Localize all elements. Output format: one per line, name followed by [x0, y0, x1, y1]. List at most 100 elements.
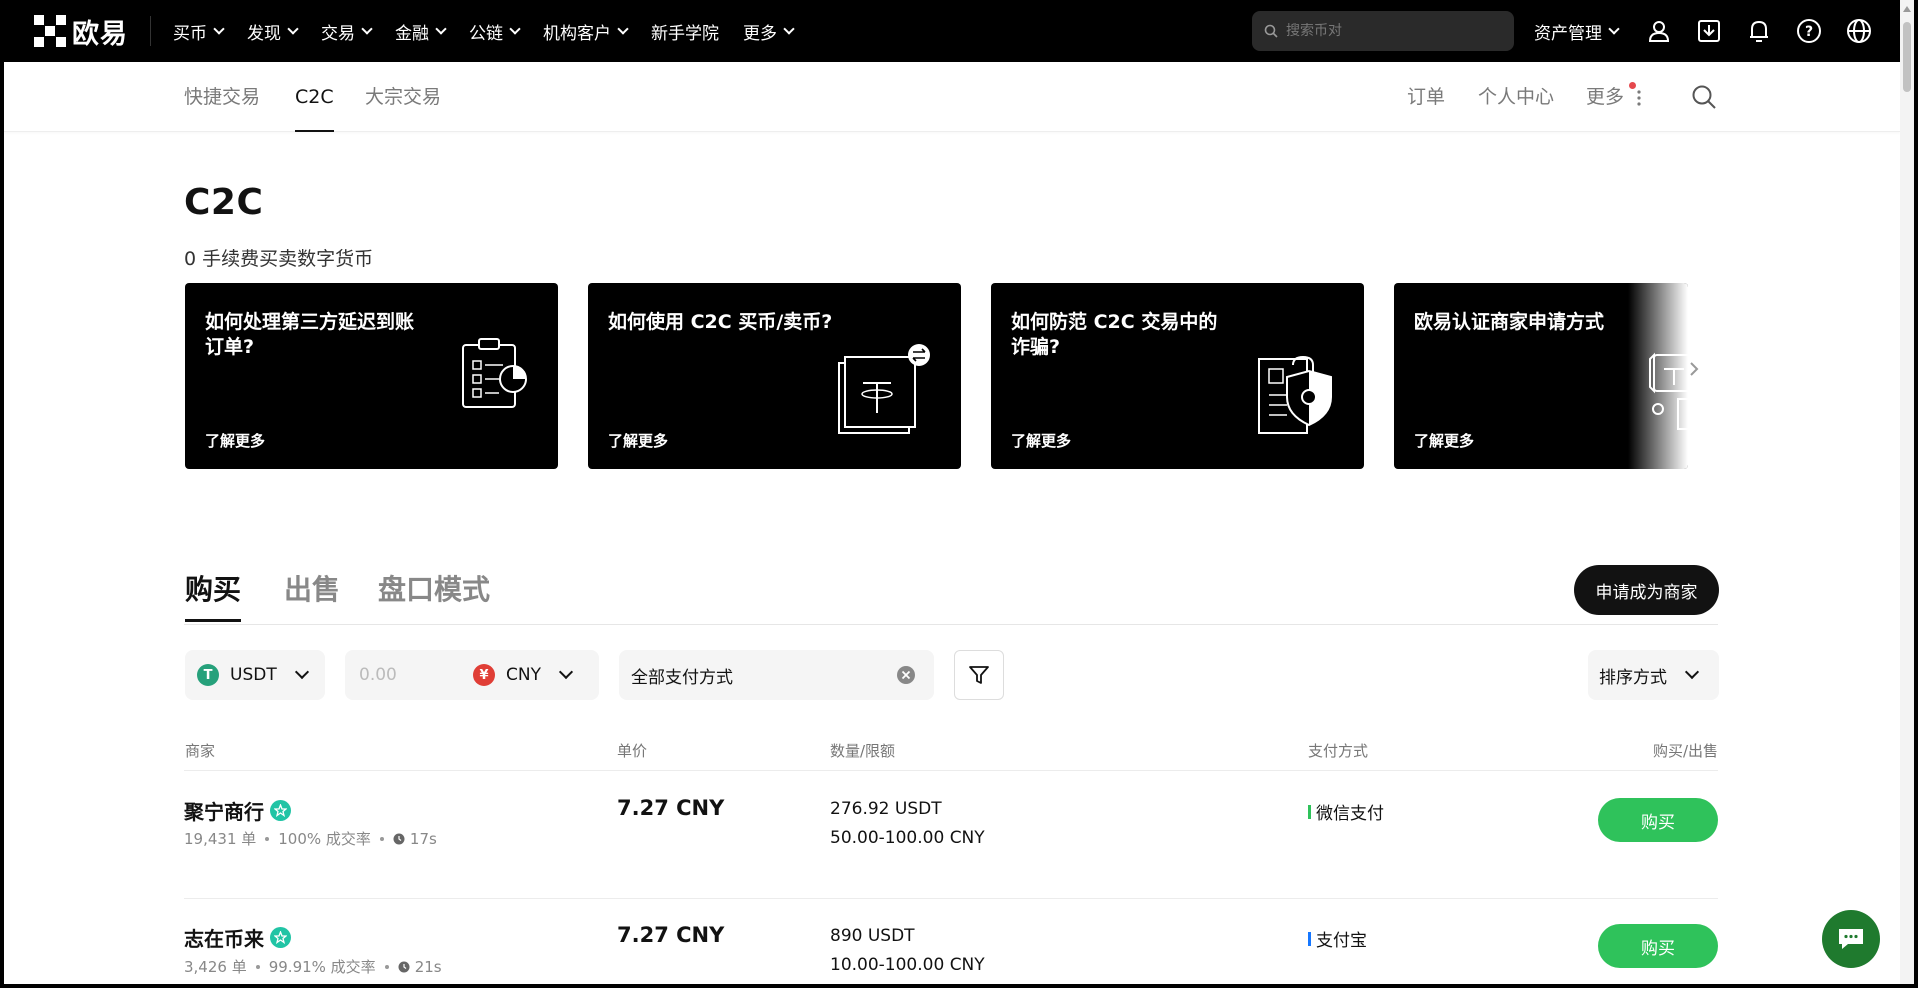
response-time: 17s — [409, 829, 437, 848]
nav-item-discover[interactable]: 发现 — [247, 19, 299, 44]
amount-input[interactable] — [359, 665, 469, 685]
chevron-down-icon — [213, 22, 225, 35]
nav-item-more[interactable]: 更多 — [743, 19, 795, 44]
search-box[interactable] — [1252, 11, 1514, 51]
search-input[interactable] — [1286, 23, 1486, 39]
tab-buy[interactable]: 购买 — [185, 568, 242, 622]
chevron-down-icon — [294, 664, 309, 680]
merchant-name[interactable]: 志在币来 — [184, 923, 291, 952]
nav-divider — [150, 16, 151, 46]
info-card-merchant-apply[interactable]: 欧易认证商家申请方式 了解更多 — [1394, 283, 1688, 469]
payment-color-bar — [1308, 931, 1311, 946]
order-limit: 10.00-100.00 CNY — [830, 955, 985, 975]
filter-button[interactable] — [954, 650, 1004, 700]
payment-color-bar — [1308, 804, 1311, 819]
chevron-down-icon — [509, 22, 521, 35]
completion-rate: 100% 成交率 — [278, 830, 371, 848]
coin-select[interactable]: T USDT — [185, 650, 325, 700]
payment-method-text: 支付宝 — [1316, 931, 1367, 951]
learn-more-link[interactable]: 了解更多 — [608, 430, 668, 451]
scrollbar-thumb[interactable] — [1903, 22, 1911, 92]
download-icon[interactable] — [1696, 18, 1722, 44]
chevron-down-icon — [1608, 22, 1620, 35]
nav-item-buy-coin[interactable]: 买币 — [173, 19, 225, 44]
nav-right: 资产管理 ? — [1252, 0, 1900, 62]
payment-method-select[interactable]: 全部支付方式 — [619, 650, 934, 700]
buy-button[interactable]: 购买 — [1598, 798, 1718, 842]
merchant-name-text: 志在币来 — [184, 927, 264, 951]
order-count: 19,431 单 — [184, 830, 257, 848]
scroll-up-arrow-icon[interactable] — [1903, 6, 1911, 12]
notification-dot — [1629, 82, 1636, 89]
tab-c2c[interactable]: C2C — [295, 62, 334, 132]
clock-icon — [398, 961, 410, 972]
chevron-down-icon — [361, 22, 373, 35]
learn-more-link[interactable]: 了解更多 — [205, 430, 265, 451]
bell-icon[interactable] — [1746, 18, 1772, 44]
verified-badge-icon — [270, 927, 291, 948]
brand-name: 欧易 — [72, 18, 128, 50]
tab-orderbook-mode[interactable]: 盘口模式 — [378, 568, 490, 608]
card-title: 如何处理第三方延迟到账订单? — [205, 311, 415, 358]
chevron-down-icon — [783, 22, 795, 35]
carousel-fade — [1628, 283, 1688, 469]
table-row: 聚宁商行 19,431 单 100% 成交率 17s 7.27 CNY 276.… — [4, 771, 1900, 898]
learn-more-link[interactable]: 了解更多 — [1414, 430, 1474, 451]
usdt-icon: T — [197, 664, 219, 686]
scrollbar[interactable] — [1900, 0, 1914, 984]
response-time: 21s — [414, 957, 442, 976]
user-icon[interactable] — [1646, 18, 1672, 44]
fiat-symbol[interactable]: CNY — [506, 665, 541, 685]
available-quantity: 276.92 USDT — [830, 799, 942, 819]
payment-method: 微信支付 — [1308, 799, 1384, 824]
tab-quick-trade[interactable]: 快捷交易 — [184, 62, 260, 132]
globe-icon[interactable] — [1846, 18, 1872, 44]
filter-icon — [969, 666, 989, 684]
more-label: 更多 — [1586, 86, 1625, 108]
merchant-name[interactable]: 聚宁商行 — [184, 796, 291, 825]
apply-merchant-button[interactable]: 申请成为商家 — [1574, 565, 1719, 615]
help-icon[interactable]: ? — [1796, 18, 1822, 44]
col-header-payment: 支付方式 — [1308, 742, 1369, 760]
amount-filter[interactable]: ¥ CNY — [345, 650, 599, 700]
nav-item-academy[interactable]: 新手学院 — [651, 19, 719, 44]
col-header-price: 单价 — [617, 742, 648, 760]
info-card-fraud-prevention[interactable]: 如何防范 C2C 交易中的诈骗? 了解更多 — [991, 283, 1364, 469]
more-menu[interactable]: 更多 — [1586, 62, 1642, 132]
asset-management-menu[interactable]: 资产管理 — [1534, 19, 1620, 44]
page-subtitle: 0 手续费买卖数字货币 — [184, 248, 374, 270]
orders-link[interactable]: 订单 — [1407, 62, 1445, 132]
support-chat-button[interactable] — [1822, 910, 1880, 968]
info-card-delayed-order[interactable]: 如何处理第三方延迟到账订单? 了解更多 — [185, 283, 558, 469]
card-title: 如何使用 C2C 买币/卖币? — [608, 311, 833, 333]
profile-link[interactable]: 个人中心 — [1478, 62, 1554, 132]
col-header-quantity: 数量/限额 — [830, 742, 896, 760]
clock-icon — [393, 833, 405, 844]
chevron-down-icon[interactable] — [558, 664, 574, 680]
svg-text:?: ? — [1805, 24, 1813, 40]
payment-method-text: 微信支付 — [1316, 804, 1384, 824]
more-vertical-icon — [1637, 89, 1641, 106]
nav-item-trade[interactable]: 交易 — [321, 19, 373, 44]
info-card-how-to-use[interactable]: 如何使用 C2C 买币/卖币? 了解更多 — [588, 283, 961, 469]
buy-button[interactable]: 购买 — [1598, 924, 1718, 968]
search-icon[interactable] — [1691, 84, 1717, 110]
usdt-exchange-icon — [838, 344, 930, 434]
learn-more-link[interactable]: 了解更多 — [1011, 430, 1071, 451]
chevron-down-icon — [617, 22, 629, 35]
search-icon — [1264, 24, 1278, 38]
nav-item-institutional[interactable]: 机构客户 — [543, 19, 629, 44]
card-title: 如何防范 C2C 交易中的诈骗? — [1011, 311, 1218, 358]
nav-item-finance[interactable]: 金融 — [395, 19, 447, 44]
card-title: 欧易认证商家申请方式 — [1414, 311, 1605, 333]
chevron-down-icon — [435, 22, 447, 35]
tab-divider — [184, 624, 1718, 625]
clear-icon[interactable] — [896, 665, 916, 685]
nav-item-chain[interactable]: 公链 — [469, 19, 521, 44]
tab-block-trade[interactable]: 大宗交易 — [365, 62, 441, 132]
sort-select[interactable]: 排序方式 — [1588, 650, 1719, 700]
tab-sell[interactable]: 出售 — [284, 568, 340, 608]
unit-price: 7.27 CNY — [617, 796, 725, 820]
chevron-right-icon[interactable] — [1687, 362, 1701, 376]
logo[interactable]: 欧易 — [34, 0, 128, 62]
